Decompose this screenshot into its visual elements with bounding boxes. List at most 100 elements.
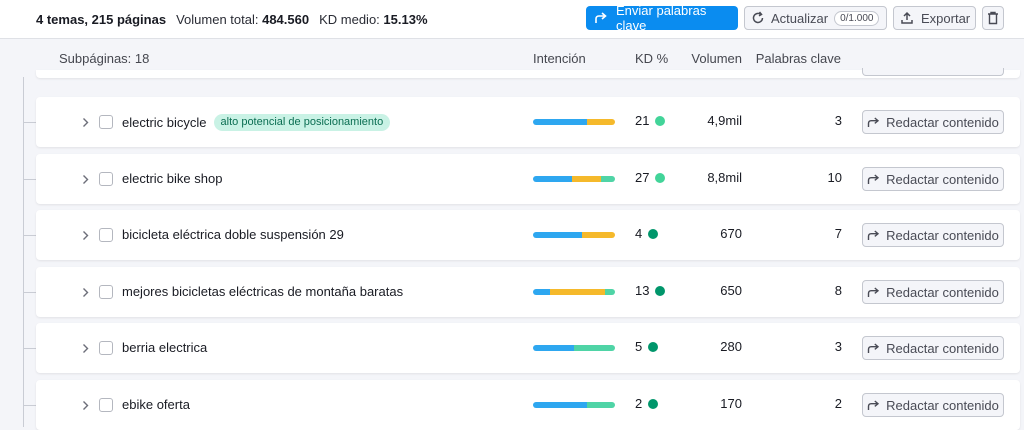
row-checkbox[interactable] bbox=[99, 228, 113, 242]
tree-branch bbox=[23, 235, 37, 236]
keywords-count: 10 bbox=[827, 170, 842, 185]
keyword-text[interactable]: electric bicycle bbox=[122, 115, 207, 130]
expand-chevron-icon[interactable] bbox=[80, 114, 90, 130]
keyword-text[interactable]: berria electrica bbox=[122, 340, 207, 355]
intent-segment-blue bbox=[533, 176, 573, 182]
table-row: bicicleta eléctrica doble suspensión 29 … bbox=[36, 210, 1020, 260]
keywords-count: 8 bbox=[834, 283, 842, 298]
forward-arrow-icon bbox=[867, 399, 880, 410]
write-content-label: Redactar contenido bbox=[886, 397, 999, 413]
trash-icon bbox=[988, 11, 998, 25]
write-content-label: Redactar contenido bbox=[886, 227, 999, 243]
write-content-button[interactable]: Redactar contenido bbox=[862, 393, 1004, 417]
column-kd[interactable]: KD % bbox=[635, 51, 668, 66]
intent-segment-yellow bbox=[587, 119, 615, 125]
topics-pages-count: 4 temas, 215 páginas bbox=[36, 11, 167, 27]
tree-branch bbox=[23, 405, 37, 406]
kd-value: 5 bbox=[635, 339, 643, 354]
update-count-badge: 0/1.000 bbox=[834, 10, 880, 26]
kd-value: 27 bbox=[635, 170, 650, 185]
row-checkbox[interactable] bbox=[99, 398, 113, 412]
write-content-button[interactable]: Redactar contenido bbox=[862, 280, 1004, 304]
intent-segment-yellow bbox=[550, 289, 606, 295]
refresh-icon bbox=[752, 11, 764, 24]
forward-arrow-icon bbox=[595, 12, 607, 23]
row-checkbox[interactable] bbox=[99, 285, 113, 299]
kd-value: 2 bbox=[635, 396, 643, 411]
table-row: electric bicycle alto potencial de posic… bbox=[36, 97, 1020, 147]
intent-segment-yellow bbox=[572, 176, 602, 182]
column-volume[interactable]: Volumen bbox=[691, 51, 742, 66]
tree-connector-line bbox=[23, 77, 24, 427]
volume-value: 170 bbox=[720, 396, 742, 411]
volume-value: 4,9mil bbox=[707, 113, 742, 128]
intent-segment-blue bbox=[533, 119, 588, 125]
keyword-text[interactable]: electric bike shop bbox=[122, 171, 222, 186]
upload-icon bbox=[901, 11, 913, 24]
kd-cell: 5 bbox=[635, 339, 659, 354]
kd-difficulty-dot bbox=[655, 172, 666, 183]
avg-kd-label: KD medio: bbox=[319, 11, 380, 27]
write-content-button[interactable]: Redactar contenido bbox=[862, 336, 1004, 360]
expand-chevron-icon[interactable] bbox=[80, 284, 90, 300]
kd-difficulty-dot bbox=[655, 285, 666, 296]
expand-chevron-icon[interactable] bbox=[80, 397, 90, 413]
tree-branch bbox=[23, 348, 37, 349]
tree-branch bbox=[23, 179, 37, 180]
write-content-label: Redactar contenido bbox=[886, 114, 999, 130]
intent-bar bbox=[533, 289, 615, 295]
volume-value: 8,8mil bbox=[707, 170, 742, 185]
write-content-label: Redactar contenido bbox=[886, 340, 999, 356]
intent-segment-yellow bbox=[582, 232, 615, 238]
write-content-button[interactable]: Redactar contenido bbox=[862, 223, 1004, 247]
kd-value: 4 bbox=[635, 226, 643, 241]
keyword-text[interactable]: ebike oferta bbox=[122, 397, 190, 412]
intent-segment-green bbox=[605, 289, 615, 295]
write-content-button[interactable]: Redactar contenido bbox=[862, 110, 1004, 134]
volume-value: 670 bbox=[720, 226, 742, 241]
potential-badge: alto potencial de posicionamiento bbox=[213, 114, 391, 131]
update-label: Actualizar bbox=[771, 10, 829, 26]
expand-chevron-icon[interactable] bbox=[80, 227, 90, 243]
keyword-cell: electric bicycle alto potencial de posic… bbox=[122, 114, 391, 131]
column-intent[interactable]: Intención bbox=[533, 51, 586, 66]
kd-difficulty-dot bbox=[648, 228, 659, 239]
keywords-count: 2 bbox=[834, 396, 842, 411]
kd-cell: 27 bbox=[635, 170, 666, 185]
row-checkbox[interactable] bbox=[99, 341, 113, 355]
forward-arrow-icon bbox=[867, 342, 880, 353]
kd-cell: 13 bbox=[635, 283, 666, 298]
keyword-cell: bicicleta eléctrica doble suspensión 29 bbox=[122, 227, 344, 242]
column-keywords[interactable]: Palabras clave bbox=[756, 51, 841, 66]
write-content-button-partial[interactable] bbox=[862, 68, 1004, 76]
kd-value: 21 bbox=[635, 113, 650, 128]
intent-segment-blue bbox=[533, 345, 574, 351]
intent-bar bbox=[533, 176, 615, 182]
row-checkbox[interactable] bbox=[99, 172, 113, 186]
intent-segment-green bbox=[601, 176, 615, 182]
update-button[interactable]: Actualizar 0/1.000 bbox=[744, 6, 887, 30]
intent-segment-green bbox=[574, 345, 615, 351]
export-label: Exportar bbox=[921, 10, 971, 26]
export-button[interactable]: Exportar bbox=[893, 6, 976, 30]
delete-button[interactable] bbox=[982, 6, 1004, 30]
keyword-text[interactable]: bicicleta eléctrica doble suspensión 29 bbox=[122, 227, 344, 242]
keyword-text[interactable]: mejores bicicletas eléctricas de montaña… bbox=[122, 284, 403, 299]
keyword-cell: mejores bicicletas eléctricas de montaña… bbox=[122, 284, 403, 299]
send-keywords-button[interactable]: Enviar palabras clave bbox=[586, 3, 738, 33]
table-row: mejores bicicletas eléctricas de montaña… bbox=[36, 267, 1020, 317]
write-content-label: Redactar contenido bbox=[886, 284, 999, 300]
forward-arrow-icon bbox=[867, 173, 880, 184]
kd-difficulty-dot bbox=[648, 398, 659, 409]
intent-bar bbox=[533, 345, 615, 351]
avg-kd-value: 15.13% bbox=[383, 11, 428, 27]
expand-chevron-icon[interactable] bbox=[80, 171, 90, 187]
forward-arrow-icon bbox=[867, 229, 880, 240]
table-row: berria electrica 5 280 3 Redactar conten… bbox=[36, 323, 1020, 373]
write-content-button[interactable]: Redactar contenido bbox=[862, 167, 1004, 191]
previous-row-partial bbox=[36, 68, 1020, 78]
expand-chevron-icon[interactable] bbox=[80, 340, 90, 356]
total-volume-label: Volumen total: bbox=[176, 11, 259, 27]
row-checkbox[interactable] bbox=[99, 115, 113, 129]
keywords-count: 3 bbox=[834, 339, 842, 354]
